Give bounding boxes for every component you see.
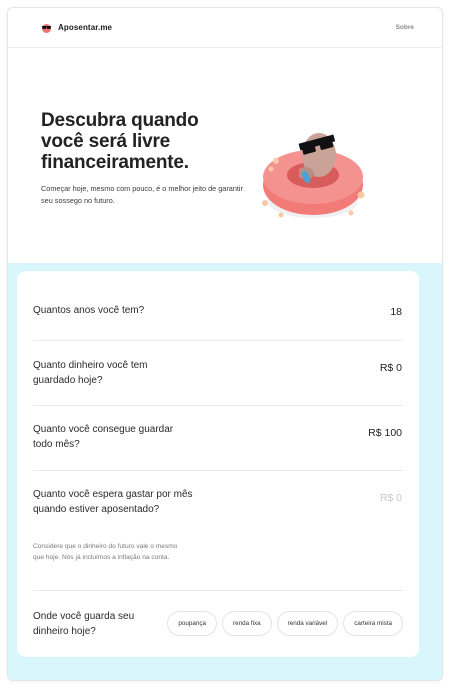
option-carteira-mista[interactable]: carteira mista <box>343 611 403 636</box>
top-nav: Aposentar.me Sobre <box>8 8 442 48</box>
monthly-question: Quanto você consegue guardar todo mês? <box>33 424 174 450</box>
about-link[interactable]: Sobre <box>396 24 414 31</box>
option-poupanca[interactable]: poupança <box>167 611 217 636</box>
hero-title: Descubra quando você será livre financei… <box>41 110 199 173</box>
savings-input[interactable]: R$ 0 <box>380 362 402 374</box>
investment-options: poupança renda fixa renda variável carte… <box>167 611 403 636</box>
brand-logo[interactable]: Aposentar.me <box>41 23 112 33</box>
option-renda-variavel[interactable]: renda variável <box>276 611 339 636</box>
age-row: Quantos anos você tem? 18 <box>33 271 403 341</box>
savings-question: Quanto dinheiro você tem guardado hoje? <box>33 360 148 386</box>
savings-row: Quanto dinheiro você tem guardado hoje? … <box>33 341 403 406</box>
hero-subtitle: Começar hoje, mesmo com pouco, é o melho… <box>41 184 243 205</box>
investment-row: Onde você guarda seu dinheiro hoje? poup… <box>33 591 403 657</box>
age-input[interactable]: 18 <box>390 306 402 318</box>
option-renda-fixa[interactable]: renda fixa <box>221 611 272 636</box>
brand-name: Aposentar.me <box>58 23 113 32</box>
spending-input[interactable]: R$ 0 <box>380 492 402 504</box>
monthly-row: Quanto você consegue guardar todo mês? R… <box>33 406 403 471</box>
sunglasses-logo-icon <box>42 23 51 33</box>
spending-note: Considere que o dinheiro do futuro vale … <box>33 543 178 561</box>
spending-question: Quanto você espera gastar por mês quando… <box>33 489 193 515</box>
age-question: Quantos anos você tem? <box>33 305 145 316</box>
monthly-input[interactable]: R$ 100 <box>368 427 402 439</box>
pool-float-illustration <box>262 133 365 218</box>
retirement-form-card: Quantos anos você tem? 18 Quanto dinheir… <box>17 271 419 657</box>
investment-question: Onde você guarda seu dinheiro hoje? <box>33 611 135 637</box>
hero-section: Descubra quando você será livre financei… <box>8 48 442 263</box>
spending-row: Quanto você espera gastar por mês quando… <box>33 471 403 591</box>
